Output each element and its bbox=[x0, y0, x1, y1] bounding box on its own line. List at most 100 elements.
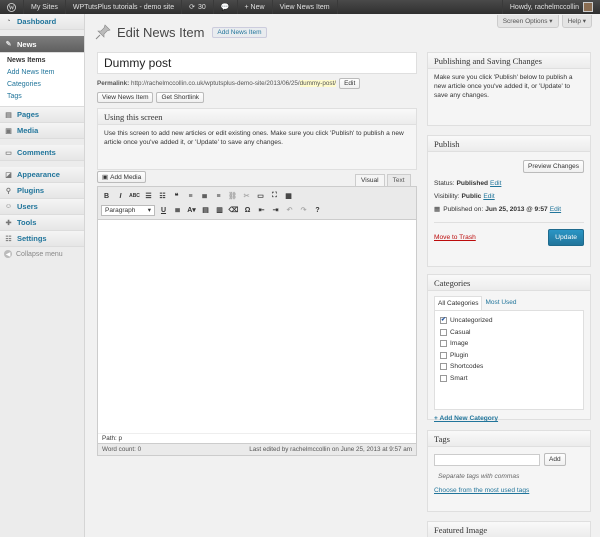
unlink-icon[interactable]: ✂ bbox=[241, 191, 252, 202]
list-item[interactable]: Smart bbox=[440, 373, 578, 385]
help-icon[interactable]: ? bbox=[312, 205, 323, 216]
underline-icon[interactable]: U bbox=[158, 205, 169, 216]
sidebar-item-media[interactable]: ▣ Media bbox=[0, 123, 84, 139]
screen-options-button[interactable]: Screen Options ▾ bbox=[496, 15, 559, 28]
submenu-tags[interactable]: Tags bbox=[0, 91, 84, 103]
published-value: Jun 25, 2013 @ 9:57 bbox=[485, 206, 548, 213]
admin-sidebar: ◔ Dashboard ✎ News News Items Add News I… bbox=[0, 14, 85, 537]
post-title-input[interactable]: Dummy post bbox=[97, 52, 417, 74]
list-item[interactable]: ✔ Uncategorized bbox=[440, 315, 578, 327]
bullet-list-icon[interactable]: ☰ bbox=[143, 191, 154, 202]
tab-most-used[interactable]: Most Used bbox=[482, 296, 519, 310]
submenu-add-news-item[interactable]: Add News Item bbox=[0, 67, 84, 79]
add-media-button[interactable]: ▣ Add Media bbox=[97, 171, 147, 183]
howdy-label: Howdy, rachelmccollin bbox=[509, 3, 579, 11]
checkbox[interactable] bbox=[440, 351, 447, 359]
checkbox[interactable] bbox=[440, 328, 447, 336]
edit-visibility-link[interactable]: Edit bbox=[483, 192, 494, 201]
list-item[interactable]: Image bbox=[440, 338, 578, 350]
edit-date-link[interactable]: Edit bbox=[550, 205, 561, 214]
text-color-icon[interactable]: A▾ bbox=[186, 205, 197, 216]
preview-changes-button[interactable]: Preview Changes bbox=[523, 160, 584, 173]
plugins-icon: ⚲ bbox=[5, 187, 12, 195]
move-to-trash-link[interactable]: Move to Trash bbox=[434, 233, 476, 242]
page-title: Edit News Item bbox=[117, 24, 205, 40]
sidebar-item-users[interactable]: ☺ Users bbox=[0, 199, 84, 215]
align-right-icon[interactable]: ≡ bbox=[213, 191, 224, 202]
paste-word-icon[interactable]: ▥ bbox=[214, 205, 225, 216]
list-item[interactable]: Plugin bbox=[440, 350, 578, 362]
site-name-menu[interactable]: WPTutsPlus tutorials - demo site bbox=[66, 0, 183, 14]
format-select[interactable]: Paragraph ▾ bbox=[101, 204, 155, 216]
edit-status-link[interactable]: Edit bbox=[490, 179, 501, 188]
sidebar-item-news[interactable]: ✎ News bbox=[0, 36, 84, 53]
site-name-label: WPTutsPlus tutorials - demo site bbox=[72, 3, 175, 11]
sidebar-item-pages[interactable]: ▤ Pages bbox=[0, 107, 84, 123]
numbered-list-icon[interactable]: ☷ bbox=[157, 191, 168, 202]
sidebar-item-label: Settings bbox=[17, 234, 47, 243]
add-tag-button[interactable]: Add bbox=[544, 453, 566, 466]
permalink-slug[interactable]: dummy-post/ bbox=[299, 80, 337, 87]
wordpress-logo-icon[interactable]: W bbox=[0, 0, 24, 14]
blockquote-icon[interactable]: ❝ bbox=[171, 191, 182, 202]
sidebar-item-tools[interactable]: ✚ Tools bbox=[0, 215, 84, 231]
align-center-icon[interactable]: ≣ bbox=[199, 191, 210, 202]
checkbox-checked-icon[interactable]: ✔ bbox=[440, 317, 447, 325]
strikethrough-icon[interactable]: ABC bbox=[129, 191, 140, 202]
submenu-news-items[interactable]: News Items bbox=[0, 55, 84, 67]
checkbox[interactable] bbox=[440, 374, 447, 382]
updates-menu[interactable]: ⟳ 30 bbox=[182, 0, 214, 14]
italic-icon[interactable]: I bbox=[115, 191, 126, 202]
special-character-icon[interactable]: Ω bbox=[242, 205, 253, 216]
kitchen-sink-icon[interactable]: ▦ bbox=[283, 191, 294, 202]
sidebar-item-settings[interactable]: ☷ Settings bbox=[0, 231, 84, 247]
sidebar-item-label: Pages bbox=[17, 110, 40, 119]
new-content-menu[interactable]: + New bbox=[238, 0, 273, 14]
view-item-link[interactable]: View News Item bbox=[273, 0, 338, 14]
bold-icon[interactable]: B bbox=[101, 191, 112, 202]
media-icon: ▣ bbox=[5, 127, 12, 135]
align-left-icon[interactable]: ≡ bbox=[185, 191, 196, 202]
choose-tags-link[interactable]: Choose from the most used tags bbox=[434, 486, 584, 495]
collapse-menu-button[interactable]: ◀ Collapse menu bbox=[0, 247, 84, 261]
clear-formatting-icon[interactable]: ⌫ bbox=[228, 205, 239, 216]
outdent-icon[interactable]: ⇤ bbox=[256, 205, 267, 216]
tags-body: Add Separate tags with commas Choose fro… bbox=[428, 447, 590, 499]
sidebar-item-plugins[interactable]: ⚲ Plugins bbox=[0, 183, 84, 199]
tag-input[interactable] bbox=[434, 453, 540, 466]
sidebar-item-dashboard[interactable]: ◔ Dashboard bbox=[0, 14, 84, 30]
fullscreen-icon[interactable]: ⛶ bbox=[269, 191, 280, 202]
help-button[interactable]: Help ▾ bbox=[561, 15, 592, 28]
tags-title: Tags bbox=[428, 431, 590, 447]
sidebar-item-appearance[interactable]: ◪ Appearance bbox=[0, 167, 84, 183]
add-news-item-button[interactable]: Add News Item bbox=[212, 26, 267, 38]
editor-content-area[interactable] bbox=[98, 220, 416, 420]
appearance-icon: ◪ bbox=[5, 171, 12, 179]
edit-permalink-button[interactable]: Edit bbox=[339, 78, 361, 89]
get-shortlink-button[interactable]: Get Shortlink bbox=[156, 92, 205, 103]
category-checklist: ✔ Uncategorized Casual Image Plugin Shor… bbox=[434, 310, 584, 410]
view-news-item-button[interactable]: View News Item bbox=[97, 92, 154, 103]
paste-text-icon[interactable]: ▤ bbox=[200, 205, 211, 216]
sidebar-item-comments[interactable]: ▭ Comments bbox=[0, 145, 84, 161]
comments-menu[interactable]: 💬 bbox=[214, 0, 238, 14]
list-item[interactable]: Shortcodes bbox=[440, 361, 578, 373]
tab-all-categories[interactable]: All Categories bbox=[434, 296, 483, 310]
pushpin-icon: ✎ bbox=[5, 41, 12, 48]
my-sites-menu[interactable]: My Sites bbox=[24, 0, 66, 14]
publish-box: Publish Preview Changes Status: Publishe… bbox=[427, 135, 591, 267]
checkbox[interactable] bbox=[440, 363, 447, 371]
add-new-category-link[interactable]: + Add New Category bbox=[434, 414, 584, 423]
checkbox[interactable] bbox=[440, 340, 447, 348]
more-tag-icon[interactable]: ▭ bbox=[255, 191, 266, 202]
permalink-url[interactable]: http://rachelmccollin.co.uk/wptutsplus-d… bbox=[131, 80, 300, 87]
list-item[interactable]: Casual bbox=[440, 327, 578, 339]
link-icon[interactable]: ⛓ bbox=[227, 191, 238, 202]
redo-icon[interactable]: ↷ bbox=[298, 205, 309, 216]
justify-icon[interactable]: ≣ bbox=[172, 205, 183, 216]
account-menu[interactable]: Howdy, rachelmccollin bbox=[501, 0, 600, 14]
submenu-categories[interactable]: Categories bbox=[0, 79, 84, 91]
undo-icon[interactable]: ↶ bbox=[284, 205, 295, 216]
indent-icon[interactable]: ⇥ bbox=[270, 205, 281, 216]
update-button[interactable]: Update bbox=[548, 229, 584, 246]
